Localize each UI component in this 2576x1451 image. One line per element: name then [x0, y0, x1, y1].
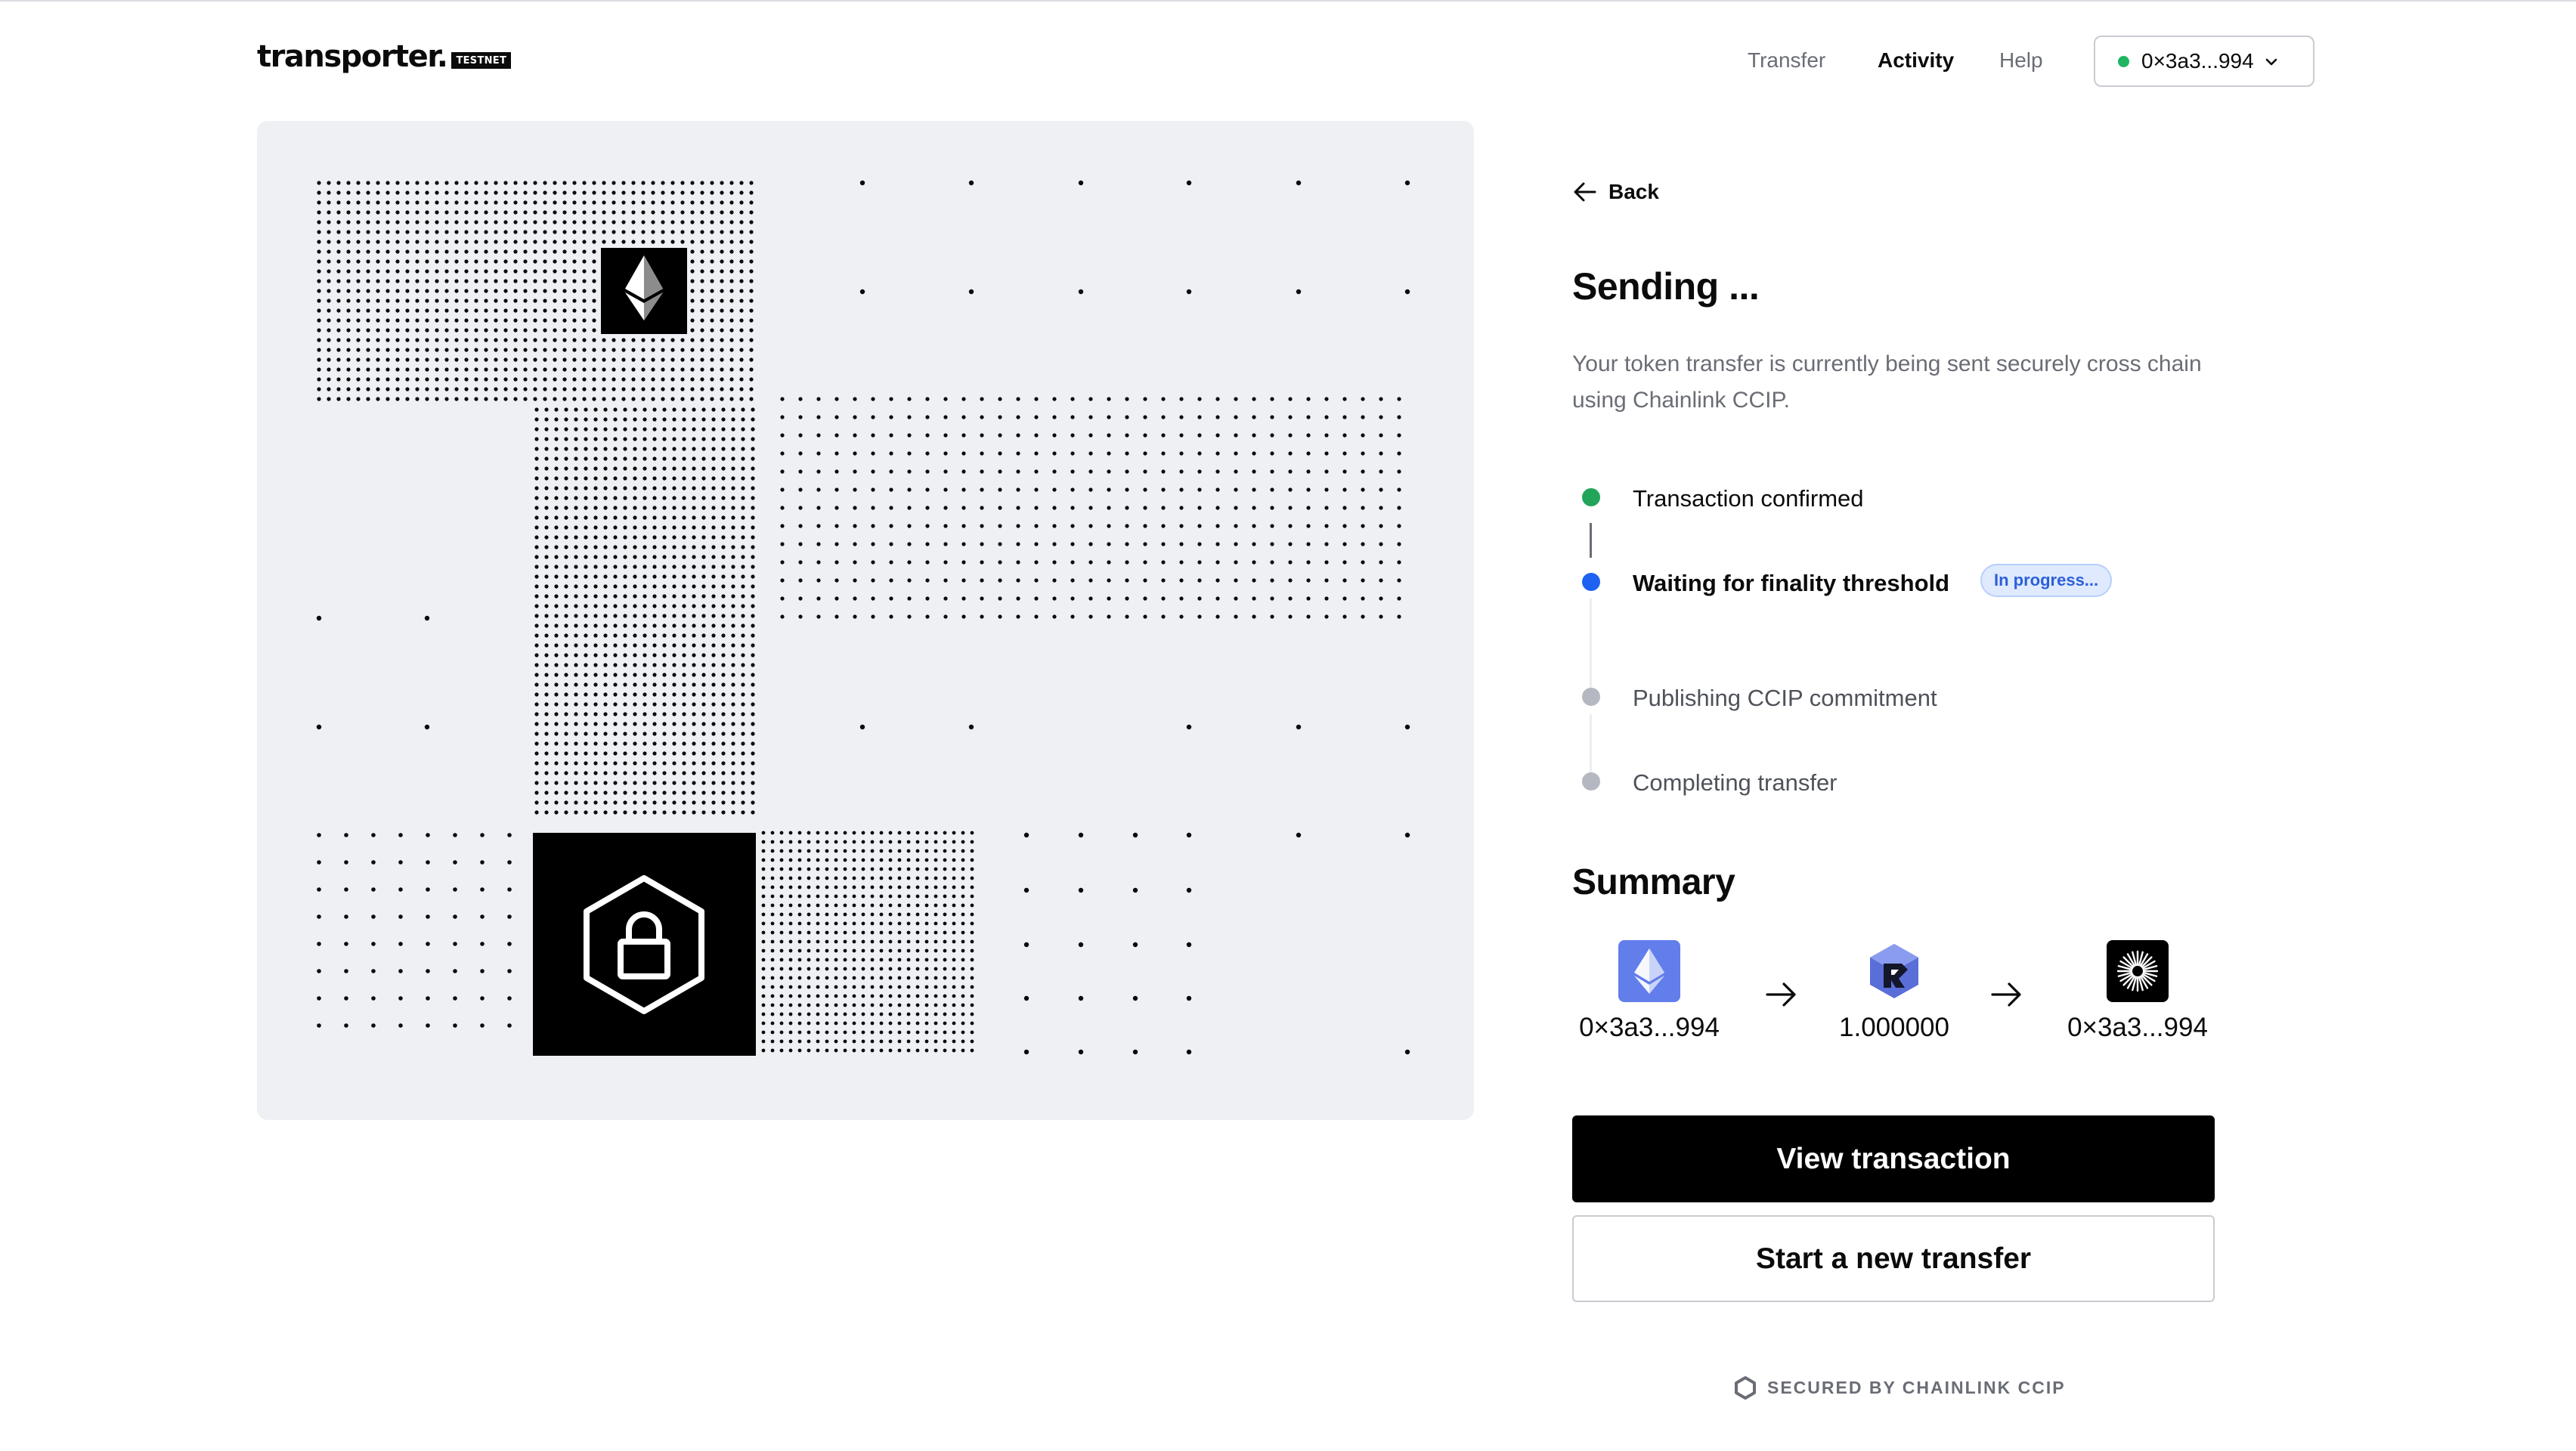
step-label: Completing transfer	[1633, 769, 1838, 796]
chevron-down-icon	[2265, 48, 2278, 72]
testnet-badge: TESTNET	[451, 52, 512, 69]
secured-by-footer: SECURED BY CHAINLINK CCIP	[1734, 1375, 2066, 1400]
arrow-right-icon	[1991, 982, 2021, 1007]
in-progress-badge: In progress...	[1980, 564, 2113, 597]
arrow-left-icon	[1574, 182, 1596, 202]
dot-grid-illustration	[316, 180, 1410, 1056]
view-transaction-button[interactable]: View transaction	[1572, 1115, 2215, 1202]
summary-from-address: 0×3a3...994	[1579, 1013, 1720, 1042]
step-connector	[1590, 523, 1592, 558]
step-label: Waiting for finality threshold	[1633, 570, 1950, 596]
summary-title: Summary	[1572, 862, 1735, 902]
destination-chain-icon	[2107, 940, 2169, 1002]
wallet-button[interactable]: 0×3a3...994	[2094, 36, 2314, 87]
step-label: Transaction confirmed	[1633, 485, 1864, 512]
top-border	[0, 0, 2576, 2]
nav-transfer[interactable]: Transfer	[1748, 48, 1825, 73]
token-icon	[1863, 940, 1925, 1002]
arrow-right-icon	[1766, 982, 1796, 1007]
back-button[interactable]: Back	[1572, 180, 1659, 204]
status-description: Your token transfer is currently being s…	[1572, 351, 2202, 413]
logo[interactable]: transporter. TESTNET	[257, 39, 512, 74]
chainlink-hexagon-icon	[1735, 1376, 1756, 1400]
lock-tile	[533, 833, 756, 1056]
secured-label: SECURED BY CHAINLINK CCIP	[1767, 1377, 2066, 1397]
step-label: Publishing CCIP commitment	[1633, 685, 1937, 711]
transfer-illustration	[257, 121, 1474, 1120]
back-label: Back	[1608, 180, 1659, 203]
summary-amount-value: 1.000000	[1839, 1013, 1949, 1042]
wallet-address: 0×3a3...994	[2141, 49, 2254, 73]
summary-amount: 1.000000	[1804, 940, 1985, 1043]
summary-from: 0×3a3...994	[1559, 940, 1740, 1043]
nav-activity[interactable]: Activity	[1878, 48, 1954, 73]
ethereum-icon	[1618, 940, 1680, 1002]
ethereum-tile	[601, 248, 687, 334]
summary-to-address: 0×3a3...994	[2067, 1013, 2208, 1042]
step-active-dot	[1582, 573, 1600, 591]
wallet-status-dot	[2118, 55, 2129, 67]
step-done-dot	[1582, 488, 1600, 506]
summary-to: 0×3a3...994	[2047, 940, 2228, 1043]
new-transfer-button[interactable]: Start a new transfer	[1572, 1215, 2215, 1302]
page-title: Sending ...	[1572, 265, 1760, 308]
logo-text: transporter.	[257, 39, 448, 74]
nav-help[interactable]: Help	[1999, 48, 2043, 73]
step-pending-dot	[1582, 772, 1600, 790]
step-pending-dot	[1582, 688, 1600, 706]
